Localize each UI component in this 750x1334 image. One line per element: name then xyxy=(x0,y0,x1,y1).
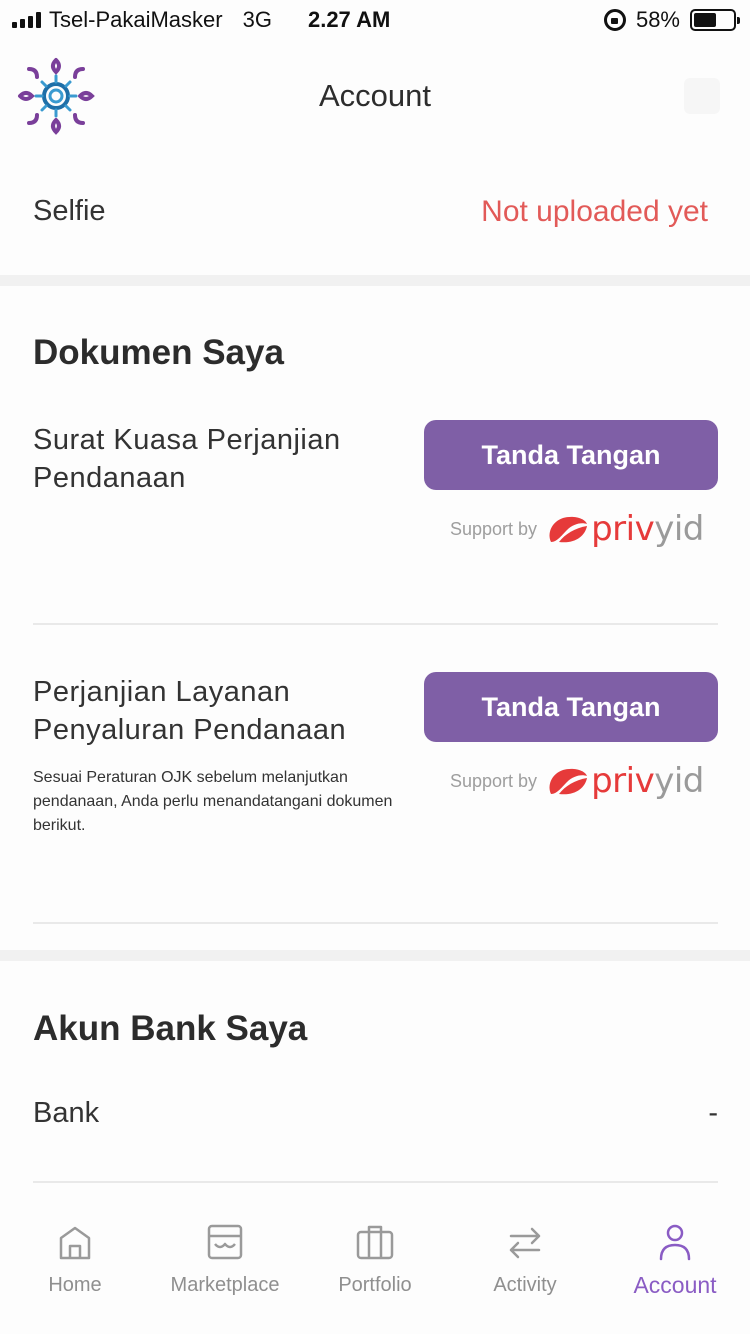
sign-document-button[interactable]: Tanda Tangan xyxy=(424,420,718,490)
tab-label: Account xyxy=(633,1272,717,1298)
support-label: Support by xyxy=(450,770,538,791)
tab-label: Activity xyxy=(493,1274,557,1296)
tab-label: Marketplace xyxy=(170,1274,280,1296)
header-action-button[interactable] xyxy=(684,78,720,114)
page-title: Account xyxy=(318,78,431,113)
tab-activity[interactable]: Activity xyxy=(450,1198,600,1334)
user-icon xyxy=(659,1224,691,1261)
tab-label: Portfolio xyxy=(338,1274,412,1296)
bank-section-title: Akun Bank Saya xyxy=(33,1009,308,1048)
privyid-logo-icon xyxy=(549,516,588,543)
tab-label: Home xyxy=(48,1274,102,1296)
document-title: Surat Kuasa Perjanjian Pendanaan xyxy=(33,424,341,494)
support-label: Support by xyxy=(450,518,538,539)
tab-account[interactable]: Account xyxy=(600,1198,750,1334)
privyid-support: Support by privyid xyxy=(450,761,704,801)
selfie-label: Selfie xyxy=(33,195,106,227)
section-divider xyxy=(0,275,750,286)
rotation-lock-icon xyxy=(603,9,626,31)
privyid-support: Support by privyid xyxy=(450,509,704,549)
bottom-tab-bar: Home Marketplace Portfolio Activity Acco… xyxy=(0,1198,750,1334)
home-icon xyxy=(59,1226,91,1260)
document-divider xyxy=(33,922,718,924)
tab-marketplace[interactable]: Marketplace xyxy=(150,1198,300,1334)
documents-section-title: Dokumen Saya xyxy=(33,333,284,372)
tab-portfolio[interactable]: Portfolio xyxy=(300,1198,450,1334)
selfie-status: Not uploaded yet xyxy=(481,195,708,228)
network-type: 3G xyxy=(242,7,272,32)
document-note: Sesuai Peraturan OJK sebelum melanjutkan… xyxy=(33,769,393,834)
signal-strength-icon xyxy=(12,12,41,28)
selfie-row[interactable]: Selfie Not uploaded yet xyxy=(0,155,750,275)
privyid-wordmark: privyid xyxy=(591,761,704,801)
privyid-logo-icon xyxy=(549,768,588,795)
carrier-name: Tsel-PakaiMasker xyxy=(49,7,223,32)
document-divider xyxy=(33,623,718,625)
briefcase-icon xyxy=(356,1225,394,1260)
sign-document-button[interactable]: Tanda Tangan xyxy=(424,672,718,742)
bank-label: Bank xyxy=(33,1097,100,1129)
section-divider xyxy=(0,950,750,961)
bank-divider xyxy=(33,1181,718,1183)
app-header: Account xyxy=(0,40,750,155)
swap-arrows-icon xyxy=(509,1227,541,1259)
privyid-wordmark: privyid xyxy=(591,509,704,549)
status-bar: Tsel-PakaiMasker 3G 2.27 AM 58% xyxy=(0,0,750,40)
battery-percentage: 58% xyxy=(635,7,680,32)
marketplace-icon xyxy=(207,1224,243,1260)
battery-icon xyxy=(690,9,740,31)
clock: 2.27 AM xyxy=(307,7,391,32)
bank-value: - xyxy=(708,1097,718,1129)
tab-home[interactable]: Home xyxy=(0,1198,150,1334)
document-title: Perjanjian Layanan Penyaluran Pendanaan xyxy=(33,676,347,746)
